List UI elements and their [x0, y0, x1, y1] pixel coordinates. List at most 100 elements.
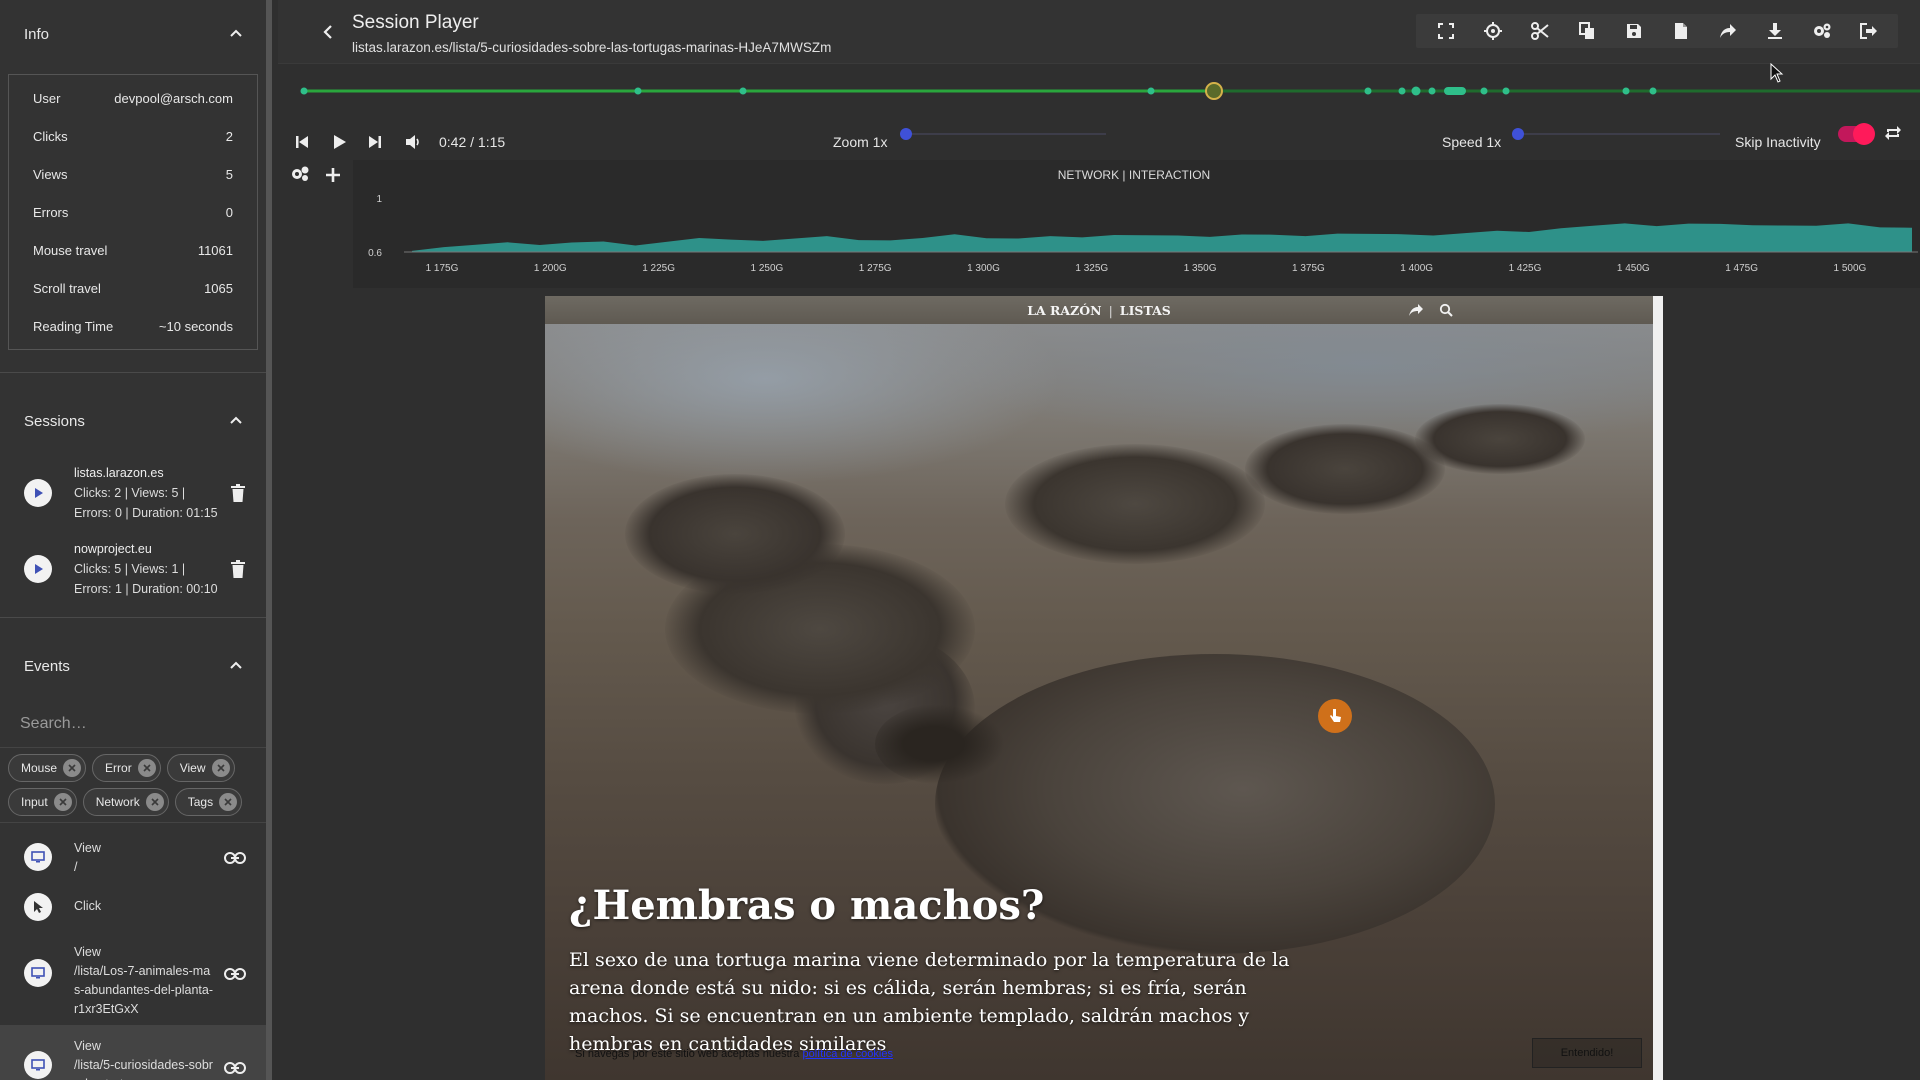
info-card: User devpool@arsch.com Clicks 2 Views 5 Err…	[8, 74, 258, 350]
events-section-header[interactable]: Events	[0, 632, 266, 700]
chevron-up-icon[interactable]	[230, 415, 242, 427]
turtle-shape	[625, 474, 845, 594]
session-item[interactable]: nowproject.eu Clicks: 5 | Views: 1 | Err…	[0, 531, 266, 607]
trash-icon[interactable]	[230, 560, 246, 578]
event-type: Click	[74, 899, 102, 913]
session-stats: Clicks: 5 | Views: 1 |	[74, 562, 186, 576]
speed-slider-thumb[interactable]	[1512, 128, 1524, 140]
toggle-knob[interactable]	[1853, 123, 1875, 145]
cookie-text: Si navegas por este sitio web aceptas nu…	[575, 1048, 800, 1060]
events-search-input[interactable]: Search…	[0, 700, 266, 748]
cookie-policy-link[interactable]: política de cookies	[802, 1048, 893, 1060]
chip-tags[interactable]: Tags	[174, 788, 243, 816]
chart-x-tick-label: 1 450G	[1617, 263, 1650, 274]
chip-mouse[interactable]: Mouse	[8, 754, 87, 782]
cookie-accept-button[interactable]: Entendido!	[1532, 1038, 1642, 1068]
session-host: nowproject.eu	[74, 542, 152, 556]
link-icon[interactable]	[224, 1061, 246, 1075]
chevron-up-icon[interactable]	[230, 28, 242, 40]
save-icon[interactable]	[1622, 19, 1646, 43]
document-icon[interactable]	[1669, 19, 1693, 43]
skip-back-icon[interactable]	[293, 133, 311, 151]
chart-x-tick-label: 1 400G	[1400, 263, 1433, 274]
scrollbar-thumb[interactable]	[1655, 308, 1661, 1068]
skip-inactivity-toggle[interactable]	[1838, 123, 1875, 145]
remove-chip-icon[interactable]	[137, 759, 156, 777]
repeat-icon[interactable]	[1884, 124, 1902, 142]
download-icon[interactable]	[1763, 19, 1787, 43]
event-item-selected[interactable]: View/lista/5-curiosidades-sobre-las-tort…	[0, 1025, 266, 1080]
info-section-header[interactable]: Info	[0, 0, 266, 68]
info-row-views: Views 5	[33, 166, 233, 182]
event-item[interactable]: View /	[0, 831, 266, 883]
chart-x-tick-label: 1 200G	[534, 263, 567, 274]
info-row-user: User devpool@arsch.com	[33, 90, 233, 106]
scissors-icon[interactable]	[1528, 19, 1552, 43]
chip-input[interactable]: Input	[8, 788, 77, 816]
session-stats: Clicks: 2 | Views: 5 |	[74, 486, 186, 500]
event-detail: /lista/Los-7-animales-mas-abundantes-del…	[74, 964, 213, 1016]
share-icon[interactable]	[1408, 303, 1424, 317]
player-main: Session Player listas.larazon.es/lista/5…	[278, 0, 1920, 1080]
event-type: View	[74, 841, 101, 855]
link-icon[interactable]	[224, 967, 246, 981]
speed-label: Speed 1x	[1442, 134, 1502, 150]
page-scrollbar[interactable]	[1653, 296, 1663, 1080]
remove-chip-icon[interactable]	[211, 759, 230, 777]
crosshair-icon[interactable]	[1481, 19, 1505, 43]
speed-slider[interactable]	[1518, 133, 1720, 135]
session-item[interactable]: listas.larazon.es Clicks: 2 | Views: 5 |…	[0, 455, 266, 531]
info-row-errors: Errors 0	[33, 204, 233, 220]
session-url: listas.larazon.es/lista/5-curiosidades-s…	[352, 40, 832, 55]
recorded-page-viewport[interactable]: LA RAZÓN | LISTAS ¿Hembras o machos? El …	[545, 296, 1663, 1080]
turtle-shape	[1415, 404, 1585, 474]
event-type: View	[74, 945, 101, 959]
remove-chip-icon[interactable]	[219, 793, 238, 811]
trash-icon[interactable]	[230, 484, 246, 502]
settings-icon[interactable]	[1810, 19, 1834, 43]
cursor-icon	[24, 893, 52, 921]
copy-icon[interactable]	[1575, 19, 1599, 43]
fullscreen-icon[interactable]	[1434, 19, 1458, 43]
remove-chip-icon[interactable]	[53, 793, 72, 811]
chart-x-tick-label: 1 325G	[1075, 263, 1108, 274]
sessions-section-header[interactable]: Sessions	[0, 387, 266, 455]
volume-icon[interactable]	[404, 133, 422, 151]
monitor-icon	[24, 843, 52, 871]
article-headline: ¿Hembras o machos?	[569, 882, 1045, 929]
remove-chip-icon[interactable]	[63, 759, 82, 777]
chart-area-series	[412, 223, 1912, 252]
player-header: Session Player listas.larazon.es/lista/5…	[278, 0, 1920, 64]
chevron-up-icon[interactable]	[230, 660, 242, 672]
session-timeline[interactable]	[278, 64, 1920, 118]
zoom-slider-thumb[interactable]	[900, 128, 912, 140]
chart-x-tick-label: 1 425G	[1509, 263, 1542, 274]
zoom-slider[interactable]	[906, 133, 1106, 135]
logo-separator: |	[1108, 302, 1113, 318]
exit-icon[interactable]	[1857, 19, 1881, 43]
session-stats: Errors: 1 | Duration: 00:10	[74, 582, 218, 596]
chart-x-tick-label: 1 375G	[1292, 263, 1325, 274]
share-icon[interactable]	[1716, 19, 1740, 43]
play-session-icon[interactable]	[24, 479, 52, 507]
site-header-bar: LA RAZÓN | LISTAS	[545, 296, 1653, 324]
event-item[interactable]: View/lista/Los-7-animales-mas-abundantes…	[0, 933, 266, 1025]
skip-forward-icon[interactable]	[366, 133, 384, 151]
chip-view[interactable]: View	[166, 754, 235, 782]
sessions-title: Sessions	[24, 412, 85, 430]
session-stats: Errors: 0 | Duration: 01:15	[74, 506, 218, 520]
chart-x-tick-label: 1 350G	[1184, 263, 1217, 274]
event-detail: /	[74, 860, 78, 874]
site-logo[interactable]: LA RAZÓN	[1027, 303, 1101, 318]
play-icon[interactable]	[330, 133, 348, 151]
search-icon[interactable]	[1439, 303, 1453, 317]
event-item[interactable]: Click	[0, 883, 266, 933]
site-section[interactable]: LISTAS	[1120, 303, 1171, 318]
chip-error[interactable]: Error	[92, 754, 161, 782]
mouse-pointer-icon	[1770, 63, 1784, 83]
play-session-icon[interactable]	[24, 555, 52, 583]
link-icon[interactable]	[224, 851, 246, 865]
back-arrow-icon[interactable]	[322, 24, 334, 40]
chip-network[interactable]: Network	[82, 788, 169, 816]
remove-chip-icon[interactable]	[145, 793, 164, 811]
